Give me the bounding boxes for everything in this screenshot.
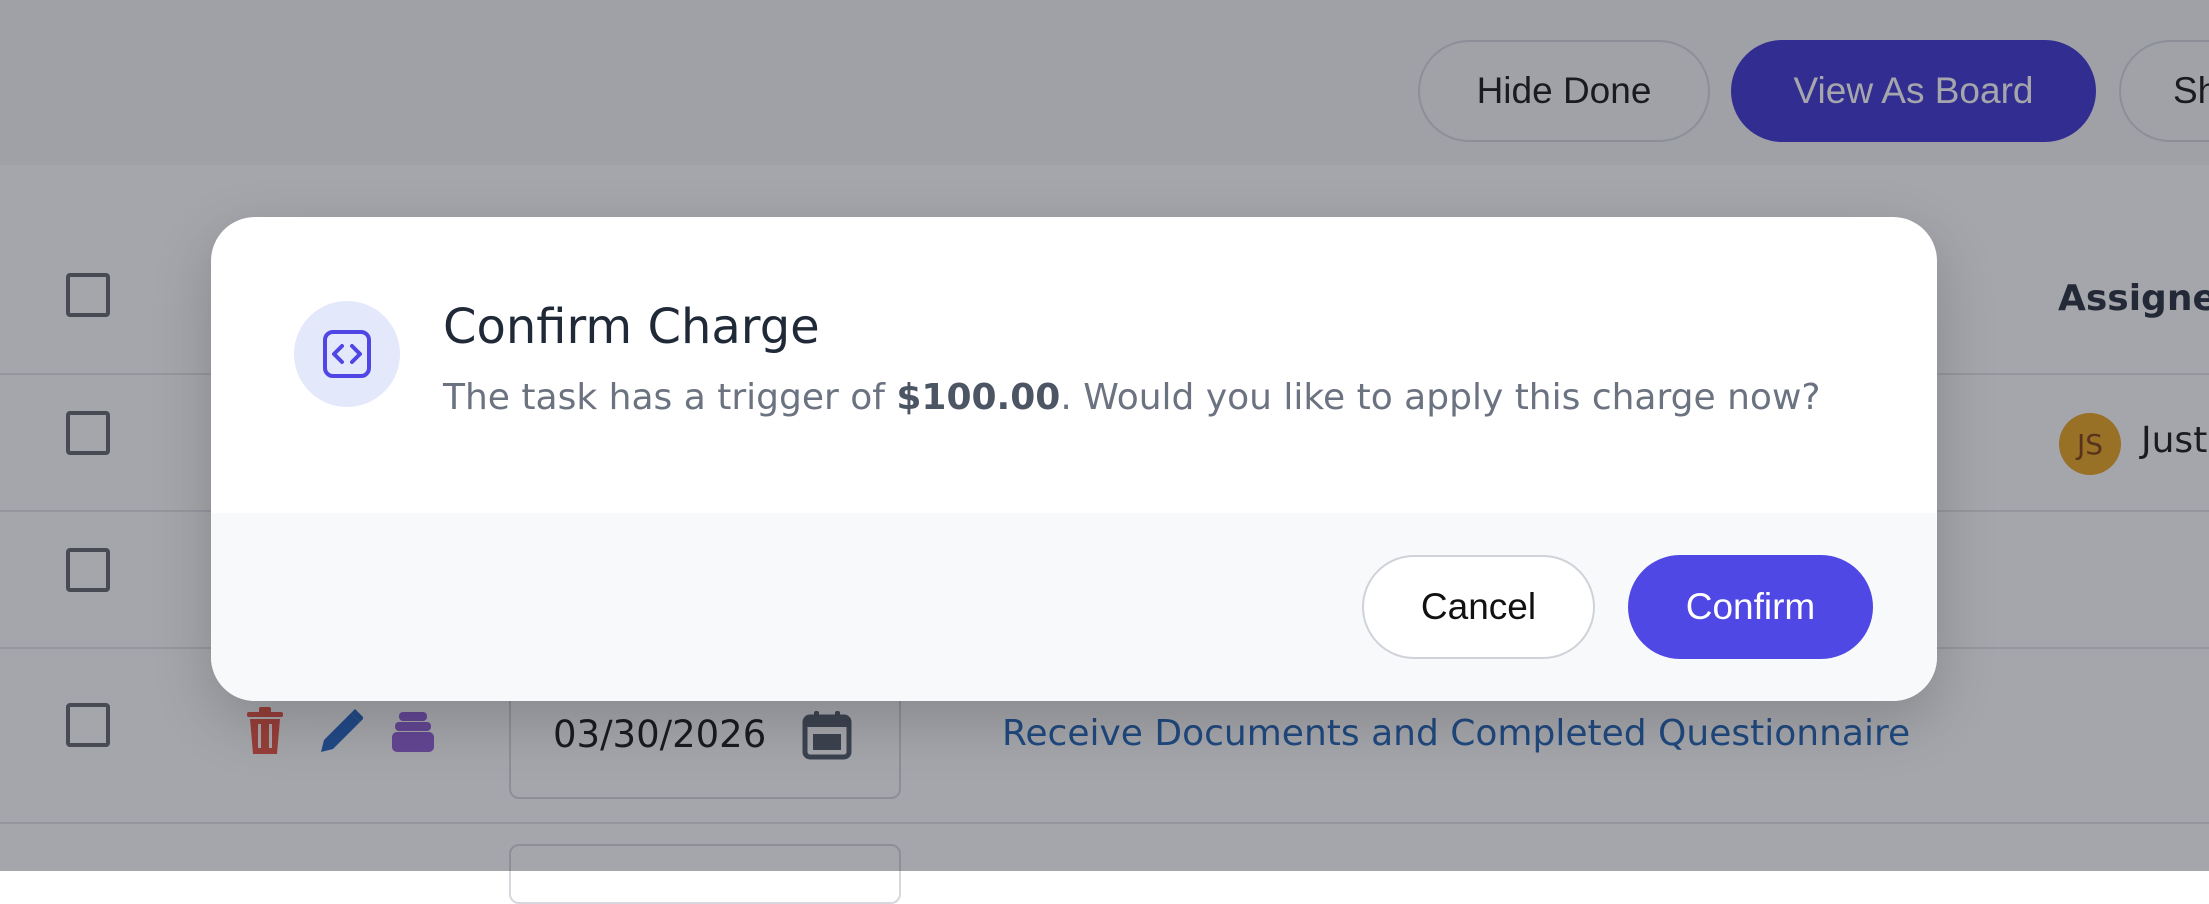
confirm-charge-dialog: Confirm Charge The task has a trigger of… [211,217,1937,701]
confirm-button[interactable]: Confirm [1628,555,1873,659]
charge-amount: $100.00 [896,377,1061,418]
page: Hide Done View As Board Sh Assigned JS J… [0,0,2209,904]
cancel-button[interactable]: Cancel [1362,555,1595,659]
message-suffix: . Would you like to apply this charge no… [1060,377,1821,418]
modal-message: The task has a trigger of $100.00. Would… [443,377,1821,418]
modal-title: Confirm Charge [443,299,820,355]
code-brackets-icon [294,301,400,407]
message-prefix: The task has a trigger of [443,377,897,418]
